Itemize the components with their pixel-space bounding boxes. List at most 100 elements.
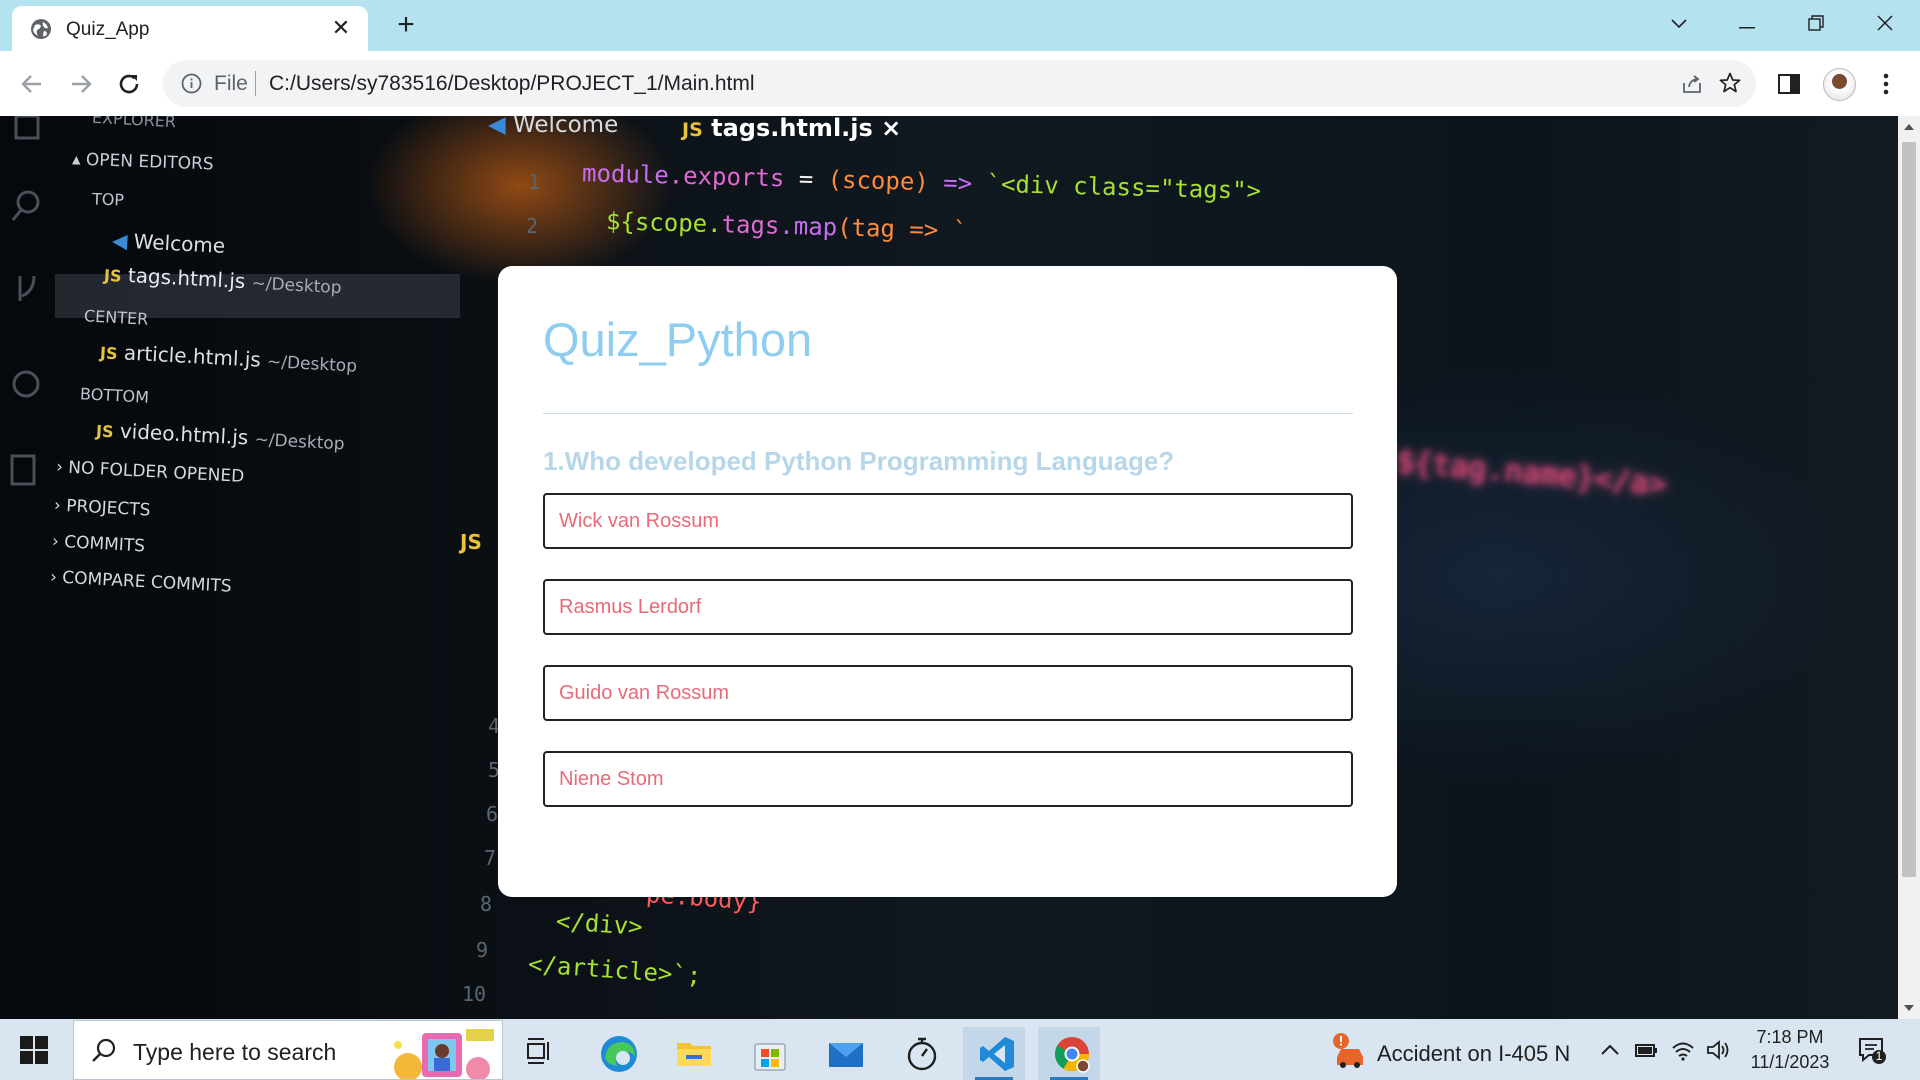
tab-search-chevron-icon[interactable] xyxy=(1659,8,1699,38)
js-tab-badge: JS xyxy=(682,119,703,141)
open-editors-text: OPEN EDITORS xyxy=(85,150,214,175)
editor-tab-tags: JS tags.html.js × xyxy=(682,116,901,142)
microsoft-store-taskbar-button[interactable] xyxy=(736,1027,798,1080)
mail-icon xyxy=(829,1043,863,1067)
browser-tab[interactable]: Quiz_App ✕ xyxy=(12,6,368,51)
address-url[interactable]: C:/Users/sy783516/Desktop/PROJECT_1/Main… xyxy=(269,72,755,96)
code-token: tags xyxy=(721,210,780,240)
option-button-4[interactable]: Niene Stom xyxy=(543,751,1353,807)
scroll-up-arrow-icon[interactable] xyxy=(1903,121,1915,133)
mail-taskbar-button[interactable] xyxy=(812,1027,874,1080)
file-explorer-taskbar-button[interactable] xyxy=(660,1027,722,1080)
clock-app-taskbar-button[interactable] xyxy=(888,1027,950,1080)
reload-icon[interactable] xyxy=(112,67,146,101)
compare-commits-label: › COMPARE COMMITS xyxy=(49,567,233,597)
forward-arrow-icon[interactable] xyxy=(64,67,98,101)
more-menu-icon[interactable] xyxy=(1878,69,1894,99)
tab-close-icon[interactable]: ✕ xyxy=(328,15,354,41)
code-token: .exports xyxy=(668,161,785,193)
line-number: 10 xyxy=(462,982,487,1006)
search-highlight-art-icon xyxy=(394,1029,494,1079)
address-scheme-label: File xyxy=(214,72,248,95)
group-center-label: CENTER xyxy=(83,306,149,329)
code-token: module xyxy=(581,159,670,190)
blurred-code: ${tag.name}</a> xyxy=(1394,444,1668,503)
chrome-icon xyxy=(1055,1037,1090,1073)
profile-avatar[interactable] xyxy=(1823,68,1856,101)
info-icon[interactable] xyxy=(181,73,202,94)
taskbar: Type here to search Accident on I-405 N xyxy=(0,1019,1920,1080)
line-number: 6 xyxy=(486,802,499,826)
editor-tab-close-icon: × xyxy=(881,116,902,142)
stopwatch-icon xyxy=(907,1037,937,1071)
projects-text: PROJECTS xyxy=(65,496,151,521)
new-tab-button[interactable]: + xyxy=(390,10,422,42)
globe-icon xyxy=(31,19,51,39)
editor-tab-welcome: ◀ Welcome xyxy=(488,116,618,138)
code-line-9: </div> xyxy=(555,907,644,941)
back-arrow-icon[interactable] xyxy=(15,67,49,101)
welcome-entry: ◀ Welcome xyxy=(111,228,225,258)
system-clock[interactable]: 7:18 PM 11/1/2023 xyxy=(1745,1025,1835,1075)
page-scrollbar[interactable] xyxy=(1898,116,1920,1019)
store-icon xyxy=(754,1043,786,1071)
restore-button[interactable] xyxy=(1796,8,1836,38)
no-folder-text: NO FOLDER OPENED xyxy=(67,457,245,487)
option-button-1[interactable]: Wick van Rossum xyxy=(543,493,1353,549)
article-file-text: article.html.js xyxy=(123,340,262,372)
quiz-title: Quiz_Python xyxy=(543,313,813,366)
close-window-button[interactable] xyxy=(1865,8,1905,38)
browser-tab-strip: Quiz_App ✕ + xyxy=(0,0,1920,51)
address-bar[interactable]: File C:/Users/sy783516/Desktop/PROJECT_1… xyxy=(163,60,1756,107)
line-number: 8 xyxy=(480,892,493,916)
battery-icon[interactable] xyxy=(1633,1037,1659,1063)
option-label: Rasmus Lerdorf xyxy=(559,596,702,618)
explorer-label: EXPLORER xyxy=(91,116,177,132)
address-separator xyxy=(255,71,256,96)
line-number: 1 xyxy=(528,170,541,194)
line-number: 7 xyxy=(484,846,497,870)
task-view-button[interactable] xyxy=(508,1027,570,1080)
chrome-taskbar-button[interactable] xyxy=(1038,1027,1100,1080)
code-token: (scope) xyxy=(827,165,930,197)
code-token: ${scope. xyxy=(605,207,722,239)
option-button-2[interactable]: Rasmus Lerdorf xyxy=(543,579,1353,635)
bookmark-star-icon[interactable] xyxy=(1718,71,1742,95)
tab-title: Quiz_App xyxy=(66,19,150,40)
traffic-alert-icon xyxy=(1333,1033,1363,1068)
vscode-taskbar-button[interactable] xyxy=(963,1027,1025,1080)
js-file-badge: JS xyxy=(460,530,482,554)
option-label: Wick van Rossum xyxy=(559,510,720,532)
edge-icon xyxy=(601,1036,637,1072)
code-token: `<div class="tags"> xyxy=(986,169,1262,205)
line-number: 9 xyxy=(476,938,489,962)
notification-count: 1 xyxy=(1875,1049,1883,1063)
windows-start-icon[interactable] xyxy=(20,1036,48,1064)
video-file-text: video.html.js xyxy=(119,418,249,450)
editor-tab-tags-text: tags.html.js xyxy=(711,116,873,142)
scroll-down-arrow-icon[interactable] xyxy=(1903,1002,1915,1014)
question-text: 1.Who developed Python Programming Langu… xyxy=(543,446,1175,476)
scrollbar-thumb[interactable] xyxy=(1902,142,1916,877)
activity-bar-icons xyxy=(10,116,40,486)
search-placeholder: Type here to search xyxy=(133,1039,337,1065)
notification-center-button[interactable]: 1 xyxy=(1857,1035,1887,1065)
wifi-icon[interactable] xyxy=(1670,1037,1696,1063)
minimize-button[interactable] xyxy=(1727,8,1767,38)
no-folder-label: › NO FOLDER OPENED xyxy=(55,457,245,487)
folder-icon xyxy=(677,1043,711,1066)
share-icon[interactable] xyxy=(1680,72,1704,96)
line-number: 2 xyxy=(526,214,539,238)
compare-commits-text: COMPARE COMMITS xyxy=(61,567,233,597)
code-token: .map xyxy=(779,211,838,242)
option-button-3[interactable]: Guido van Rossum xyxy=(543,665,1353,721)
side-panel-icon[interactable] xyxy=(1777,72,1801,96)
code-line-1: module.exports = (scope) => `<div class=… xyxy=(582,159,1262,205)
taskbar-search-box[interactable]: Type here to search xyxy=(73,1020,503,1080)
code-token: (tag => ` xyxy=(836,213,968,245)
task-view-icon xyxy=(527,1038,549,1064)
volume-icon[interactable] xyxy=(1705,1037,1731,1063)
edge-taskbar-button[interactable] xyxy=(585,1027,647,1080)
show-hidden-icons-chevron-icon[interactable] xyxy=(1597,1037,1623,1063)
article-file-entry: JS article.html.js ~/Desktop xyxy=(99,340,358,377)
